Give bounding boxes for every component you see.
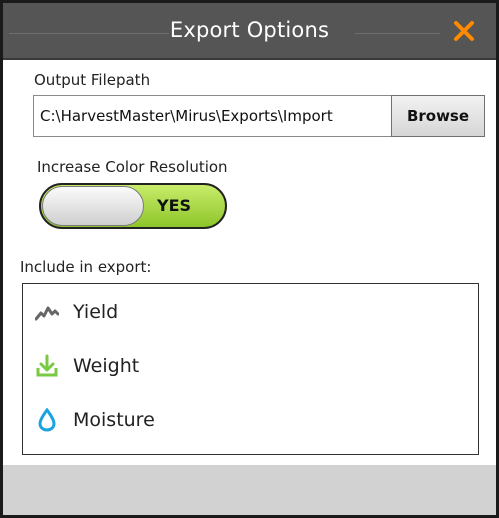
include-in-export-label: Include in export: xyxy=(20,258,152,276)
output-filepath-label: Output Filepath xyxy=(34,71,151,89)
yield-chart-icon xyxy=(35,300,59,324)
list-item-label: Yield xyxy=(73,301,119,323)
list-item-label: Weight xyxy=(73,355,140,377)
water-drop-icon xyxy=(35,408,59,432)
dialog-footer xyxy=(3,465,496,515)
close-button[interactable] xyxy=(452,19,476,43)
titlebar: Export Options xyxy=(3,3,496,60)
color-resolution-label: Increase Color Resolution xyxy=(37,158,228,176)
toggle-state-text: YES xyxy=(157,196,192,215)
close-icon xyxy=(454,21,474,41)
export-options-dialog: Export Options Output Filepath Browse In… xyxy=(0,0,499,518)
list-item-label: Moisture xyxy=(73,409,155,431)
download-weight-icon xyxy=(35,354,59,378)
list-item-moisture[interactable]: Moisture xyxy=(23,400,478,440)
output-filepath-input[interactable] xyxy=(33,95,391,137)
output-filepath-row: Browse xyxy=(33,95,485,139)
list-item-weight[interactable]: Weight xyxy=(23,346,478,386)
list-item-yield[interactable]: Yield xyxy=(23,292,478,332)
browse-button[interactable]: Browse xyxy=(391,95,485,137)
include-list: Yield Weight Moisture xyxy=(22,283,479,455)
dialog-title: Export Options xyxy=(169,18,330,42)
toggle-knob xyxy=(42,186,144,226)
color-resolution-toggle[interactable]: YES xyxy=(39,183,227,229)
